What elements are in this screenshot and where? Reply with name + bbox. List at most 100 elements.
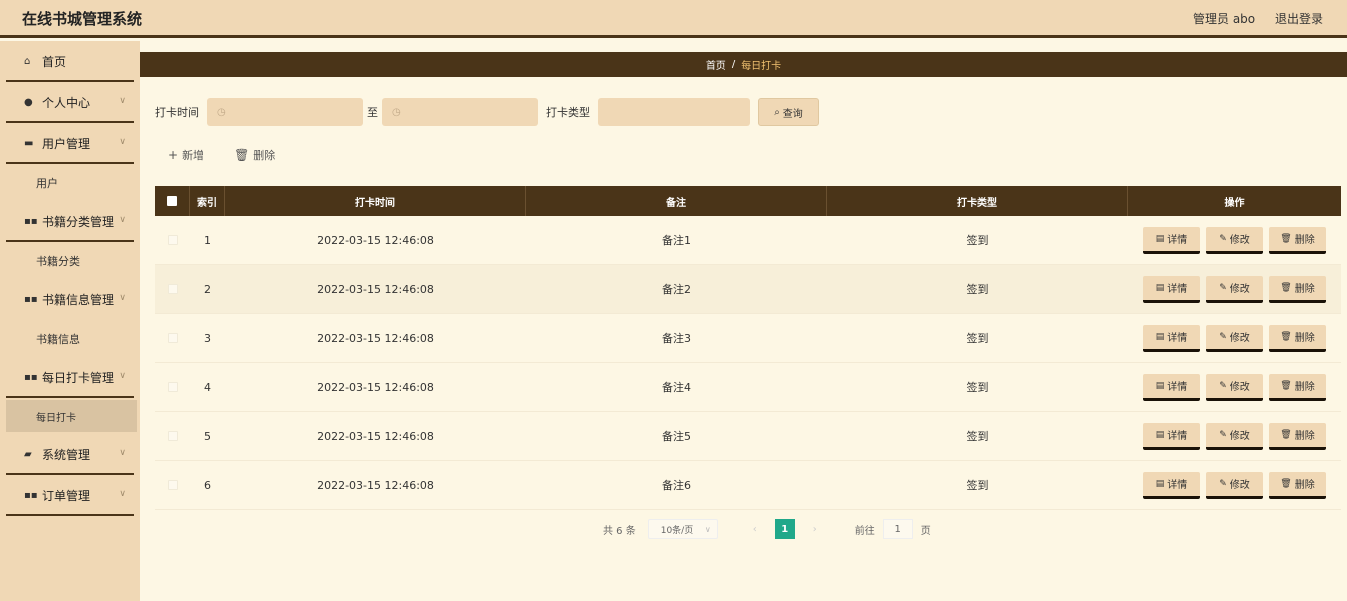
detail-button-label: 详情 [1167,431,1188,442]
edit-button-label: 修改 [1229,382,1250,393]
delete-button[interactable]: 🗑 删除 [1269,422,1326,450]
sidebar-item-home[interactable]: ⌂ 首页 [0,41,140,82]
detail-button-label: 详情 [1167,480,1188,491]
row-select-cell [155,265,190,313]
cell-note: 备注3 [662,332,691,345]
edit-button[interactable]: ✎ 修改 [1206,373,1263,401]
delete-button[interactable]: 🗑 删除 [1269,275,1326,303]
search-button[interactable]: ⌕ 查询 [758,98,819,126]
edit-button[interactable]: ✎ 修改 [1206,422,1263,450]
sidebar-item-label: 书籍分类管理 [42,215,115,229]
delete-button[interactable]: 🗑 删除 [1269,226,1326,254]
row-checkbox[interactable] [167,235,178,245]
prev-page-button[interactable]: ‹ [745,519,765,539]
page-number-button[interactable]: 1 [774,519,795,539]
sidebar-item-label: 个人中心 [42,96,91,110]
cell-time: 2022-03-15 12:46:08 [317,233,434,247]
detail-button[interactable]: ▤ 详情 [1143,422,1200,450]
trash-icon: 🗑 [1280,282,1292,293]
sidebar-subitem-user[interactable]: 用户 [0,164,140,201]
sidebar-item-label: 订单管理 [42,489,91,503]
row-select-cell [155,461,190,509]
row-checkbox[interactable] [167,480,178,490]
breadcrumb-home[interactable]: 首页 [706,57,726,72]
delete-button-label: 删除 [1294,284,1315,295]
checkin-type-input[interactable] [598,98,750,126]
detail-button[interactable]: ▤ 详情 [1143,471,1200,499]
cell-ops: ▤ 详情 ✎ 修改 🗑 删除 [1128,461,1341,509]
document-icon: ▤ [1155,380,1165,391]
delete-button-label: 删除 [1294,333,1315,344]
search-form: 打卡时间 ◷ 至 ◷ 打卡类型 ⌕ 查询 [155,98,819,126]
sidebar-item-label: 书籍信息管理 [42,293,115,307]
user-area: 管理员 abo 退出登录 [1177,10,1323,27]
sidebar-item-user-mgmt[interactable]: ▬ 用户管理 ∨ [0,123,140,164]
delete-button[interactable]: 🗑 删除 [1269,471,1326,499]
row-select-cell [155,363,190,411]
edit-button[interactable]: ✎ 修改 [1206,275,1263,303]
sidebar-item-label: 用户管理 [42,137,91,151]
cell-type: 签到 [966,381,989,394]
total-count: 共 6 条 [603,525,636,537]
detail-button-label: 详情 [1167,235,1188,246]
sidebar-item-system-mgmt[interactable]: ▰ 系统管理 ∨ [0,434,140,475]
detail-button-label: 详情 [1167,284,1188,295]
logout-link[interactable]: 退出登录 [1275,12,1323,26]
row-checkbox[interactable] [167,333,178,343]
system-icon: ▰ [24,449,32,460]
sidebar-item-personal[interactable]: ● 个人中心 ∨ [0,82,140,123]
sidebar-item-order-mgmt[interactable]: ▪▪ 订单管理 ∨ [0,475,140,516]
batch-delete-button[interactable]: 🗑 删除 [234,147,275,163]
end-time-input[interactable]: ◷ [382,98,538,126]
goto-label: 前往 [854,525,875,537]
cell-ops: ▤ 详情 ✎ 修改 🗑 删除 [1128,216,1341,264]
sidebar-subitem-checkin[interactable]: 每日打卡 [6,400,137,432]
document-icon: ▤ [1155,282,1165,293]
detail-button[interactable]: ▤ 详情 [1143,324,1200,352]
cell-time: 2022-03-15 12:46:08 [317,478,434,492]
add-button[interactable]: + 新增 [168,147,204,163]
grid-icon: ▪▪ [24,372,38,383]
next-page-button[interactable]: › [805,519,825,539]
row-checkbox[interactable] [167,284,178,294]
top-header: 在线书城管理系统 管理员 abo 退出登录 [0,0,1347,38]
sidebar-item-book-mgmt[interactable]: ▪▪ 书籍信息管理 ∨ [0,279,140,320]
table-row: 1 2022-03-15 12:46:08 备注1 签到 ▤ 详情 ✎ 修改 🗑 删除 [155,216,1341,265]
edit-button[interactable]: ✎ 修改 [1206,226,1263,254]
start-time-input[interactable]: ◷ [207,98,363,126]
sidebar-item-label: 首页 [42,55,67,69]
action-toolbar: + 新增 🗑 删除 [168,147,305,163]
edit-button[interactable]: ✎ 修改 [1206,324,1263,352]
cell-note: 备注4 [662,381,691,394]
chevron-down-icon: ∨ [119,371,126,381]
sidebar-subitem-category[interactable]: 书籍分类 [0,242,140,279]
cell-type: 签到 [966,332,989,345]
detail-button[interactable]: ▤ 详情 [1143,226,1200,254]
select-all-checkbox[interactable] [167,196,177,206]
range-to-label: 至 [367,106,378,119]
sidebar-item-label: 系统管理 [42,448,91,462]
pencil-icon: ✎ [1219,233,1227,244]
page-size-select[interactable]: 10条/页 ∨ [647,519,718,539]
goto-page-input[interactable]: 1 [882,519,913,539]
delete-button[interactable]: 🗑 删除 [1269,373,1326,401]
delete-button[interactable]: 🗑 删除 [1269,324,1326,352]
detail-button[interactable]: ▤ 详情 [1143,373,1200,401]
chevron-down-icon: ∨ [119,489,126,499]
cell-index: 1 [204,233,211,247]
document-icon: ▤ [1155,331,1165,342]
edit-button[interactable]: ✎ 修改 [1206,471,1263,499]
row-checkbox[interactable] [167,382,178,392]
sidebar-item-label: 每日打卡管理 [42,371,115,385]
sidebar-subitem-book[interactable]: 书籍信息 [0,320,140,357]
chevron-down-icon: ∨ [704,524,711,534]
search-button-label: 查询 [782,108,803,120]
row-checkbox[interactable] [167,431,178,441]
detail-button[interactable]: ▤ 详情 [1143,275,1200,303]
grid-icon: ▪▪ [24,294,38,305]
pencil-icon: ✎ [1219,429,1227,440]
cell-note: 备注2 [662,283,691,296]
sidebar-item-checkin-mgmt[interactable]: ▪▪ 每日打卡管理 ∨ [0,357,140,398]
delete-button-label: 删除 [1294,235,1315,246]
sidebar-item-category-mgmt[interactable]: ▪▪ 书籍分类管理 ∨ [0,201,140,242]
